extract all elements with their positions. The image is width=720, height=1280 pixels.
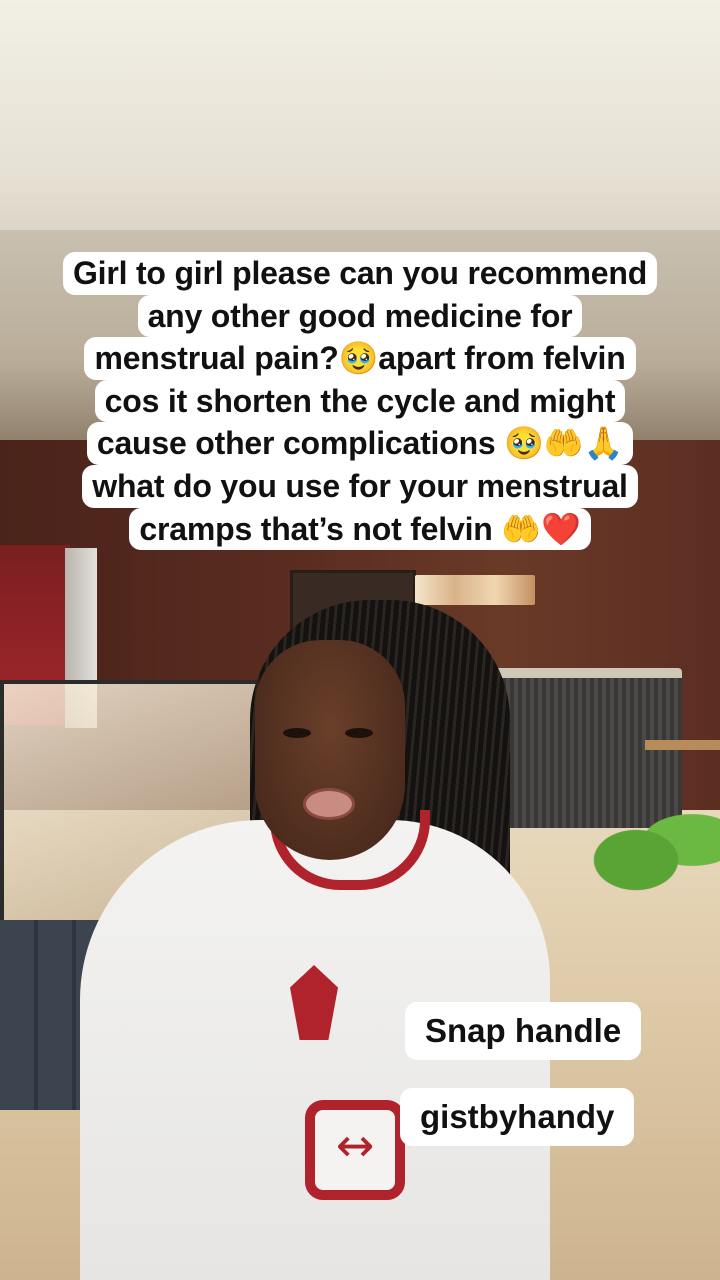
snap-handle-value: gistbyhandy xyxy=(400,1088,635,1146)
face xyxy=(255,640,405,860)
mouth xyxy=(303,788,355,820)
plant xyxy=(580,800,720,900)
caption-line: Girl to girl please can you recommend xyxy=(62,252,658,295)
caption-line: cause other complications 🥹🤲🙏 xyxy=(86,422,634,465)
right-eye xyxy=(345,728,373,738)
caption-line: what do you use for your menstrual xyxy=(82,464,638,508)
caption-line: any other good medicine for xyxy=(137,294,583,338)
person xyxy=(80,600,600,1280)
caption-overlay: Girl to girl please can you recommend an… xyxy=(36,252,684,551)
snap-handle-label: Snap handle xyxy=(405,1002,642,1060)
sponsor-logo xyxy=(305,1100,405,1200)
caption-line: menstrual pain?🥹apart from felvin xyxy=(84,337,636,380)
cafe-table xyxy=(645,740,720,750)
left-eye xyxy=(283,728,311,738)
ceiling xyxy=(0,0,720,250)
caption-line: cos it shorten the cycle and might xyxy=(94,379,626,423)
caption-line: cramps that’s not felvin 🤲❤️ xyxy=(129,507,591,551)
